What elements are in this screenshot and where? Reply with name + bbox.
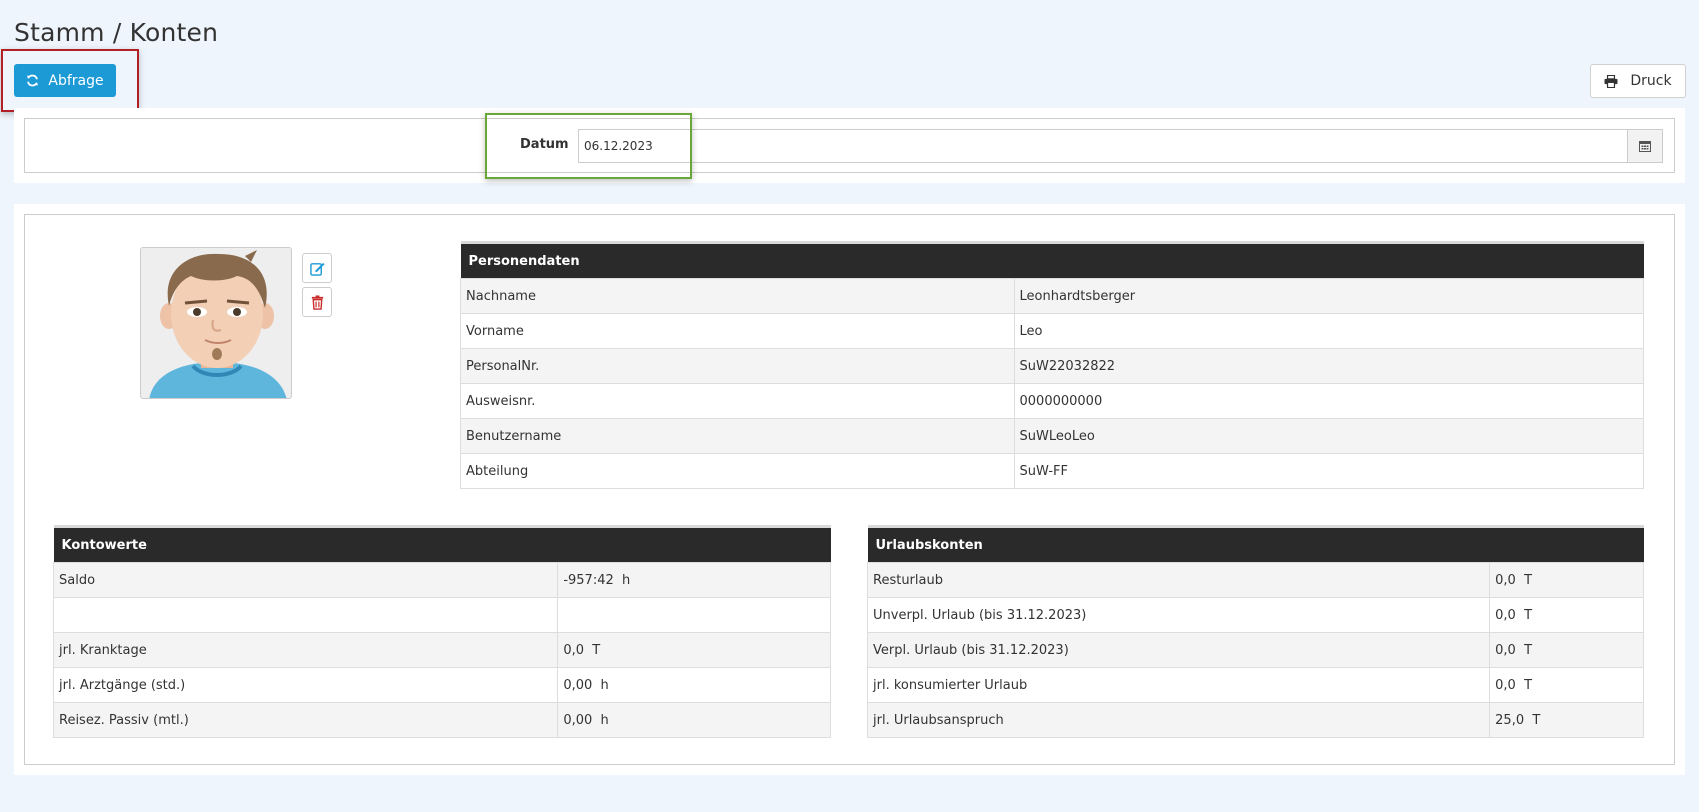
kontowerte-header: Kontowerte: [53, 525, 831, 563]
highlight-box-green: [485, 113, 692, 179]
row-label: Abteilung: [460, 453, 1015, 489]
row-value: 0,0 T: [557, 632, 831, 668]
table-row: jrl. Urlaubsanspruch 25,0 T: [866, 702, 1644, 738]
row-value: 25,0 T: [1489, 702, 1644, 738]
row-label: jrl. konsumierter Urlaub: [866, 667, 1491, 703]
highlight-box-red: [1, 49, 139, 112]
druck-label: Druck: [1630, 73, 1672, 89]
row-label: Verpl. Urlaub (bis 31.12.2023): [866, 632, 1491, 668]
calendar-button[interactable]: [1627, 129, 1663, 163]
row-label: Vorname: [460, 313, 1015, 349]
trash-icon: [311, 294, 323, 310]
row-label: Resturlaub: [866, 562, 1491, 598]
kontowerte-table: Kontowerte Saldo -957:42 h jrl. Kranktage…: [52, 525, 831, 738]
table-row: Verpl. Urlaub (bis 31.12.2023) 0,0 T: [866, 632, 1644, 668]
table-row: Nachname Leonhardtsberger: [460, 278, 1645, 314]
row-label: Reisez. Passiv (mtl.): [52, 702, 559, 738]
row-value: 0,00 h: [557, 702, 831, 738]
table-row: jrl. konsumierter Urlaub 0,0 T: [866, 667, 1644, 703]
person-avatar-image: [149, 250, 287, 398]
row-label: PersonalNr.: [460, 348, 1015, 384]
table-row: Reisez. Passiv (mtl.) 0,00 h: [52, 702, 831, 738]
printer-icon: [1604, 74, 1618, 88]
calendar-icon: [1639, 141, 1651, 152]
row-value: 0000000000: [1013, 383, 1645, 419]
table-row: jrl. Arztgänge (std.) 0,00 h: [52, 667, 831, 703]
row-value: 0,0 T: [1489, 667, 1644, 703]
page-title: Stamm / Konten: [14, 18, 219, 47]
row-value: Leonhardtsberger: [1013, 278, 1645, 314]
datum-input[interactable]: 06.12.2023: [578, 129, 1628, 163]
table-row: [52, 597, 831, 633]
row-value: -957:42 h: [557, 562, 831, 598]
row-value: SuW-FF: [1013, 453, 1645, 489]
row-value: SuW22032822: [1013, 348, 1645, 384]
table-row: Saldo -957:42 h: [52, 562, 831, 598]
table-row: Abteilung SuW-FF: [460, 453, 1645, 489]
row-label: jrl. Urlaubsanspruch: [866, 702, 1491, 738]
row-value: SuWLeoLeo: [1013, 418, 1645, 454]
urlaubskonten-header: Urlaubskonten: [867, 525, 1644, 563]
row-value: Leo: [1013, 313, 1645, 349]
edit-icon: [309, 262, 325, 276]
table-row: Unverpl. Urlaub (bis 31.12.2023) 0,0 T: [866, 597, 1644, 633]
row-label: Unverpl. Urlaub (bis 31.12.2023): [866, 597, 1491, 633]
row-label: jrl. Kranktage: [52, 632, 559, 668]
row-value: [557, 597, 831, 633]
row-value: 0,0 T: [1489, 632, 1644, 668]
row-label: jrl. Arztgänge (std.): [52, 667, 559, 703]
table-row: jrl. Kranktage 0,0 T: [52, 632, 831, 668]
row-label: Ausweisnr.: [460, 383, 1015, 419]
delete-photo-button[interactable]: [302, 287, 332, 317]
row-value: 0,0 T: [1489, 597, 1644, 633]
row-label: Nachname: [460, 278, 1015, 314]
table-row: PersonalNr. SuW22032822: [460, 348, 1645, 384]
row-label: Benutzername: [460, 418, 1015, 454]
table-row: Vorname Leo: [460, 313, 1645, 349]
personendaten-table: Personendaten Nachname Leonhardtsberger V…: [460, 241, 1645, 489]
table-row: Ausweisnr. 0000000000: [460, 383, 1645, 419]
personendaten-header: Personendaten: [460, 241, 1644, 279]
row-value: 0,00 h: [557, 667, 831, 703]
row-value: 0,0 T: [1489, 562, 1644, 598]
table-row: Benutzername SuWLeoLeo: [460, 418, 1645, 454]
avatar: [140, 247, 292, 399]
table-row: Resturlaub 0,0 T: [866, 562, 1644, 598]
row-label: Saldo: [52, 562, 559, 598]
row-label: [52, 597, 559, 633]
urlaubskonten-table: Urlaubskonten Resturlaub 0,0 T Unverpl. U…: [866, 525, 1644, 738]
edit-photo-button[interactable]: [302, 253, 332, 283]
druck-button[interactable]: Druck: [1590, 64, 1686, 98]
